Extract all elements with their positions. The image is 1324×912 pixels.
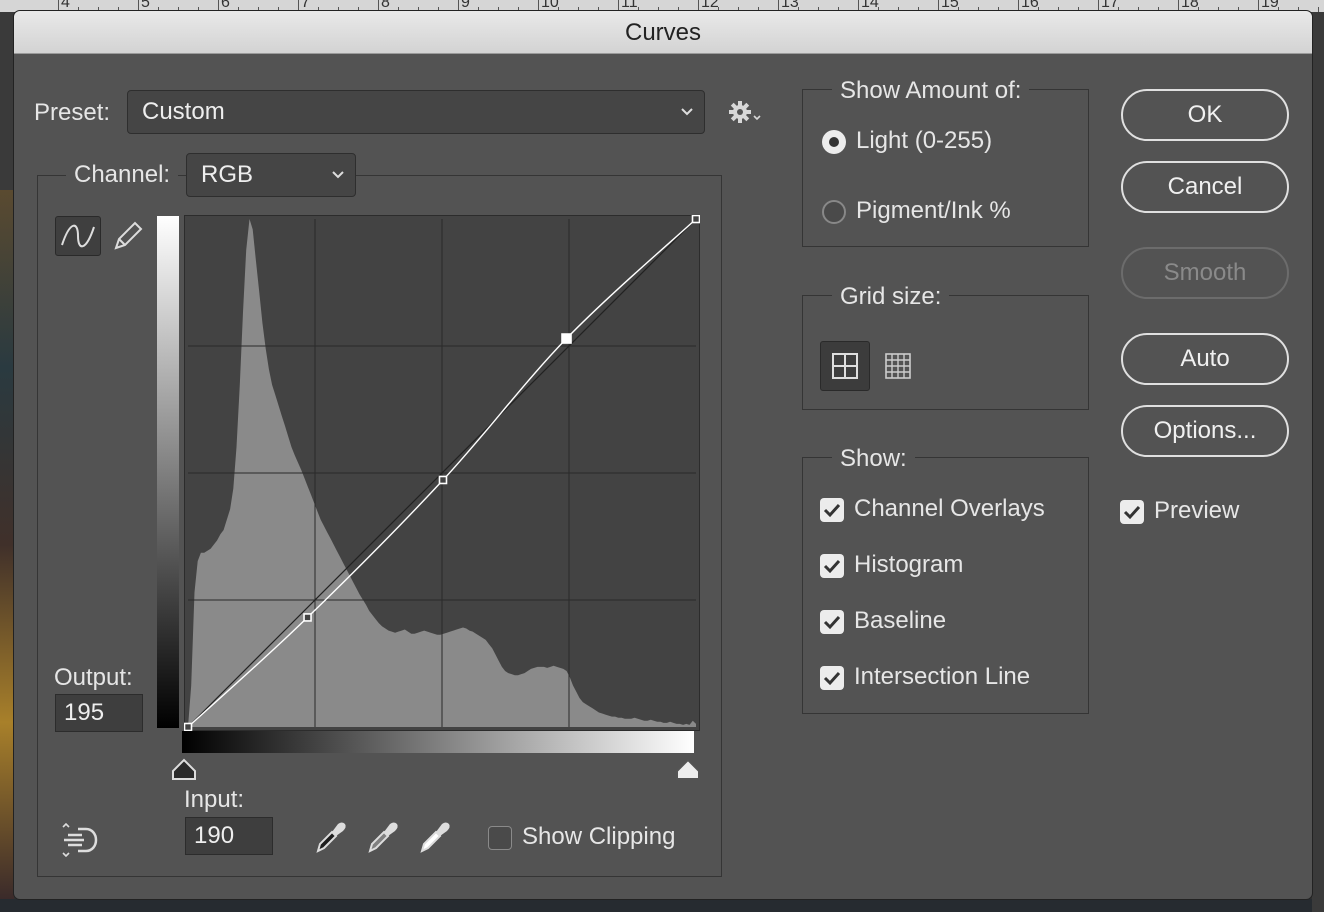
chevron-down-icon: [681, 108, 693, 116]
channel-dropdown[interactable]: RGB: [186, 153, 356, 197]
preview-label: Preview: [1154, 497, 1240, 524]
options-button[interactable]: Options...: [1121, 405, 1289, 457]
gear-icon[interactable]: [728, 100, 764, 126]
black-point-eyedropper-icon[interactable]: [314, 819, 348, 855]
gray-point-eyedropper-icon[interactable]: [366, 819, 400, 855]
histogram-checkbox[interactable]: [820, 554, 844, 578]
preview-checkbox[interactable]: [1120, 500, 1144, 524]
checkmark-icon: [823, 503, 841, 518]
histogram-label: Histogram: [854, 551, 964, 578]
pigment-ink-radio-label: Pigment/Ink %: [856, 197, 1011, 224]
baseline-checkbox[interactable]: [820, 610, 844, 634]
checkmark-icon: [823, 615, 841, 630]
curve-point[interactable]: [691, 215, 700, 224]
pencil-icon[interactable]: [110, 218, 144, 254]
output-gradient-bar: [157, 216, 179, 728]
channel-value: RGB: [201, 161, 254, 188]
smooth-button[interactable]: Smooth: [1121, 247, 1289, 299]
channel-overlays-label: Channel Overlays: [854, 495, 1045, 522]
channel-overlays-checkbox[interactable]: [820, 498, 844, 522]
output-label: Output:: [54, 664, 133, 691]
output-field[interactable]: 195: [55, 694, 143, 732]
intersection-line-checkbox[interactable]: [820, 666, 844, 690]
curve-tool-button[interactable]: [55, 216, 101, 256]
canvas-background-left-photo: [0, 190, 14, 900]
input-field[interactable]: 190: [185, 817, 273, 855]
input-label: Input:: [184, 786, 245, 813]
baseline-label: Baseline: [854, 607, 947, 634]
light-radio[interactable]: [822, 130, 846, 154]
light-radio-label: Light (0-255): [856, 127, 993, 154]
preset-dropdown[interactable]: Custom: [127, 90, 705, 134]
auto-button[interactable]: Auto: [1121, 333, 1289, 385]
canvas-background-bottom: [0, 899, 1324, 912]
input-gradient-bar: [182, 731, 694, 753]
intersection-line-label: Intersection Line: [854, 663, 1031, 690]
curve-point-selected[interactable]: [561, 333, 572, 344]
channel-label: Channel:: [66, 161, 179, 189]
detailed-grid-icon[interactable]: [884, 352, 912, 380]
checkmark-icon: [823, 559, 841, 574]
checkmark-icon: [1123, 505, 1141, 520]
show-amount-title: Show Amount of:: [832, 77, 1030, 105]
simple-grid-button[interactable]: [820, 341, 870, 391]
ok-button[interactable]: OK: [1121, 89, 1289, 141]
curves-dialog: Curves Preset: Custom Channel: RGB Outpu…: [14, 11, 1312, 899]
black-point-slider[interactable]: [171, 757, 197, 781]
cancel-button[interactable]: Cancel: [1121, 161, 1289, 213]
dialog-title: Curves: [14, 11, 1312, 54]
white-point-eyedropper-icon[interactable]: [418, 819, 452, 855]
canvas-background-right: [1312, 12, 1324, 912]
target-adjust-icon[interactable]: [60, 823, 100, 857]
chevron-down-icon: [332, 171, 344, 179]
preset-label: Preset:: [34, 99, 111, 126]
grid-size-title: Grid size:: [832, 283, 950, 311]
curve-point[interactable]: [438, 475, 448, 485]
show-options-title: Show:: [832, 445, 915, 473]
checkmark-icon: [823, 671, 841, 686]
curves-graph[interactable]: [184, 215, 700, 731]
curve-point[interactable]: [303, 613, 312, 622]
pigment-ink-radio[interactable]: [822, 200, 846, 224]
show-clipping-label: Show Clipping: [522, 823, 676, 850]
preset-value: Custom: [142, 98, 225, 125]
curve-point[interactable]: [184, 722, 193, 731]
simple-grid-icon: [832, 353, 858, 379]
curve-tool-icon: [61, 224, 95, 248]
white-point-slider[interactable]: [675, 757, 701, 781]
show-clipping-checkbox[interactable]: [488, 826, 512, 850]
